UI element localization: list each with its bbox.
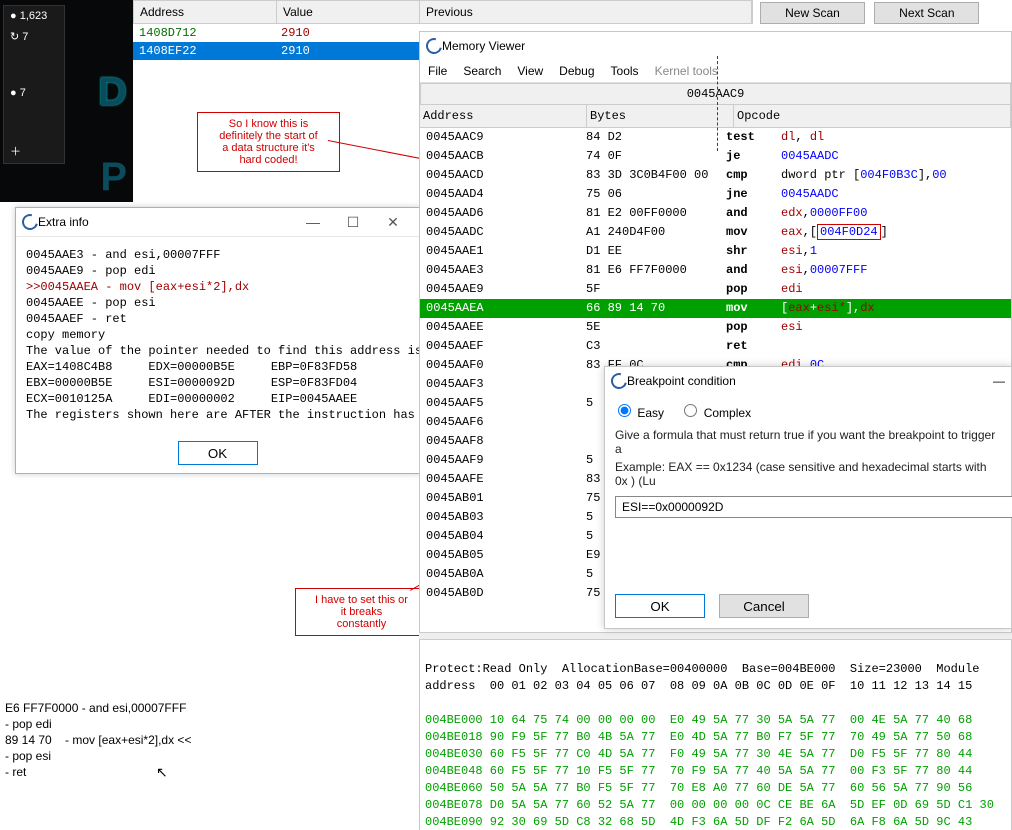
mode-complex-radio[interactable]: Complex [679,406,751,420]
next-scan-button[interactable]: Next Scan [874,2,979,24]
current-address-bar[interactable]: 0045AAC9 [420,83,1011,105]
disasm-row[interactable]: 0045AADCA1 240D4F00moveax,[004F0D24] [420,223,1011,242]
new-scan-button[interactable]: New Scan [760,2,865,24]
minimize-button[interactable]: — [993,374,1005,388]
breakpoint-cancel-button[interactable]: Cancel [719,594,809,618]
disasm-row[interactable]: 0045AAE95Fpopedi [420,280,1011,299]
disasm-row[interactable]: 0045AAC984 D2testdl, dl [420,128,1011,147]
close-button[interactable]: ✕ [373,208,413,236]
disasm-row[interactable]: 0045AAD681 E2 00FF0000andedx,0000FF00 [420,204,1011,223]
hex-dump[interactable]: Protect:Read Only AllocationBase=0040000… [419,640,1012,830]
ce-icon [611,373,627,389]
maximize-button[interactable]: ☐ [333,208,373,236]
hex-columns: address 00 01 02 03 04 05 06 07 08 09 0A… [425,678,1006,695]
menu-search[interactable]: Search [463,64,501,78]
mode-easy-radio[interactable]: Easy [613,406,664,420]
disasm-row[interactable]: 0045AAEA66 89 14 70mov[eax+esi*],dx [420,299,1011,318]
disasm-row[interactable]: 0045AAEE5Epopesi [420,318,1011,337]
extra-info-ok-button[interactable]: OK [178,441,258,465]
splitter-handle[interactable] [419,632,1012,640]
memory-viewer-menu: File Search View Debug Tools Kernel tools [420,60,1011,83]
hud-plus: ＋ [4,139,64,163]
extra-info-body: 0045AAE3 - and esi,00007FFF0045AAE9 - po… [16,237,419,433]
menu-file[interactable]: File [428,64,447,78]
ce-icon [22,214,38,230]
memory-viewer-title: Memory Viewer [442,39,525,53]
menu-kernel-tools[interactable]: Kernel tools [655,64,718,78]
disasm-col-bytes[interactable]: Bytes [587,105,734,127]
hex-header: Protect:Read Only AllocationBase=0040000… [425,662,980,676]
breakpoint-formula-input[interactable] [615,496,1012,518]
breakpoint-hint-1: Give a formula that must return true if … [605,426,1011,458]
hud-redo: ↻ 7 [4,26,64,47]
col-address[interactable]: Address [134,1,277,23]
disasm-row[interactable]: 0045AAE381 E6 FF7F0000andesi,00007FFF [420,261,1011,280]
col-previous[interactable]: Previous [420,1,752,23]
annotation-2: I have to set this or it breaks constant… [295,588,428,636]
col-value[interactable]: Value [277,1,420,23]
menu-debug[interactable]: Debug [559,64,594,78]
disasm-col-address[interactable]: Address [420,105,587,127]
disasm-row[interactable]: 0045AAE1D1 EEshresi,1 [420,242,1011,261]
menu-tools[interactable]: Tools [611,64,639,78]
disasm-row[interactable]: 0045AAEFC3ret [420,337,1011,356]
disasm-row[interactable]: 0045AACB74 0Fje0045AADC [420,147,1011,166]
minimize-button[interactable]: — [293,208,333,236]
extra-info-dialog: Extra info — ☐ ✕ 0045AAE3 - and esi,0000… [15,207,420,474]
disasm-row[interactable]: 0045AACD83 3D 3C0B4F00 00cmpdword ptr [0… [420,166,1011,185]
breakpoint-hint-2: Example: EAX == 0x1234 (case sensitive a… [605,458,1011,490]
breakpoint-condition-dialog: Breakpoint condition — Easy Complex Give… [604,366,1012,629]
breakpoint-ok-button[interactable]: OK [615,594,705,618]
annotation-1: So I know this is definitely the start o… [197,112,340,172]
hud-count: ● 1,623 [4,6,64,26]
game-hud: ● 1,623 ↻ 7 ● 7 ＋ D P [0,0,133,202]
mouse-cursor-icon: ↖ [156,764,168,781]
instruction-dump: E6 FF7F0000 - and esi,00007FFF- pop edi8… [5,700,405,780]
hud-dot2: ● 7 [4,83,64,103]
menu-view[interactable]: View [517,64,543,78]
ce-icon [426,38,442,54]
disasm-col-opcode[interactable]: Opcode [734,105,1011,127]
extra-info-title: Extra info [38,215,293,229]
breakpoint-dialog-title: Breakpoint condition [627,374,736,388]
disasm-row[interactable]: 0045AAD475 06jne0045AADC [420,185,1011,204]
